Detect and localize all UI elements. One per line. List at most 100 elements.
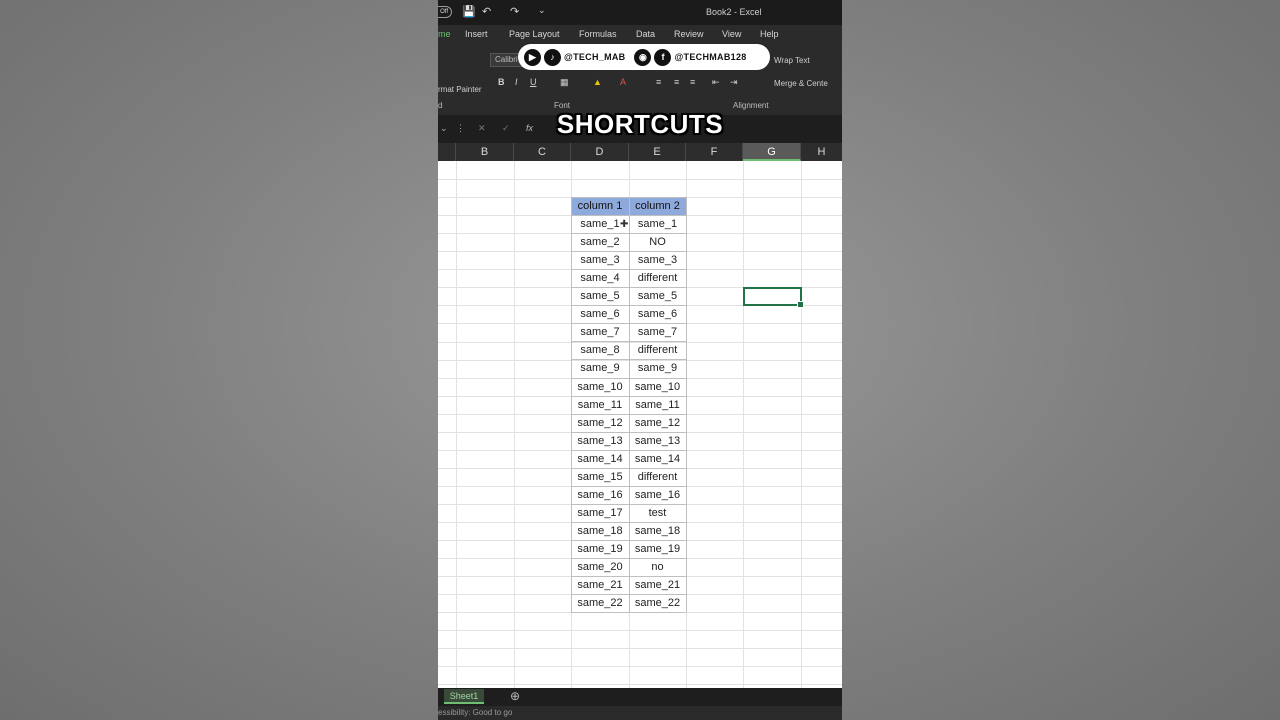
decrease-indent-icon[interactable]: ⇤ bbox=[712, 77, 720, 88]
table-cell[interactable]: same_17 bbox=[571, 504, 629, 522]
table-cell[interactable]: same_10 bbox=[571, 378, 629, 396]
table-cell[interactable]: same_11 bbox=[629, 396, 686, 414]
table-cell[interactable]: same_13 bbox=[571, 432, 629, 450]
tab-view[interactable]: View bbox=[722, 29, 741, 39]
table-cell[interactable]: different bbox=[629, 269, 686, 287]
table-cell[interactable]: same_7 bbox=[571, 323, 629, 341]
tab-page-layout[interactable]: Page Layout bbox=[509, 29, 560, 39]
table-cell[interactable]: same_15 bbox=[571, 468, 629, 486]
fill-color-icon[interactable]: ▲ bbox=[593, 77, 602, 87]
column-header-d[interactable]: D bbox=[571, 143, 629, 161]
grid-row-line bbox=[438, 684, 842, 685]
table-cell[interactable]: same_6 bbox=[571, 305, 629, 323]
table-cell[interactable]: same_21 bbox=[571, 576, 629, 594]
column-header-h[interactable]: H bbox=[801, 143, 842, 161]
table-cell[interactable]: same_14 bbox=[629, 450, 686, 468]
table-cell[interactable]: same_18 bbox=[571, 522, 629, 540]
table-cell[interactable]: same_22 bbox=[571, 594, 629, 612]
table-cell[interactable]: same_11 bbox=[571, 396, 629, 414]
table-cell[interactable]: same_3 bbox=[571, 251, 629, 269]
table-cell[interactable]: same_10 bbox=[629, 378, 686, 396]
customize-qat-icon[interactable]: ⌄ bbox=[538, 5, 546, 16]
grid-row-line bbox=[438, 666, 842, 667]
table-border bbox=[571, 197, 572, 612]
align-right-icon[interactable]: ≡ bbox=[690, 77, 695, 87]
table-cell[interactable]: same_9 bbox=[629, 359, 686, 377]
title-bar: Off 💾 ↶ ↷ ⌄ Book2 - Excel bbox=[438, 0, 842, 25]
table-cell[interactable]: same_22 bbox=[629, 594, 686, 612]
font-color-icon[interactable]: A bbox=[620, 77, 626, 87]
youtube-icon: ▶ bbox=[524, 48, 541, 66]
table-cell[interactable]: same_9 bbox=[571, 359, 629, 377]
table-border bbox=[571, 323, 686, 324]
align-left-icon[interactable]: ≡ bbox=[656, 77, 661, 87]
table-cell[interactable]: same_5 bbox=[629, 287, 686, 305]
italic-button[interactable]: I bbox=[515, 77, 518, 87]
align-center-icon[interactable]: ≡ bbox=[674, 77, 679, 87]
tab-insert[interactable]: Insert bbox=[465, 29, 488, 39]
table-cell[interactable]: same_21 bbox=[629, 576, 686, 594]
merge-center-button[interactable]: Merge & Cente bbox=[774, 79, 828, 88]
wrap-text-button[interactable]: Wrap Text bbox=[774, 56, 810, 65]
table-cell[interactable]: same_19 bbox=[571, 540, 629, 558]
status-bar: essibility: Good to go bbox=[438, 706, 842, 720]
table-cell[interactable]: same_14 bbox=[571, 450, 629, 468]
increase-indent-icon[interactable]: ⇥ bbox=[730, 77, 738, 88]
table-cell[interactable]: different bbox=[629, 341, 686, 359]
excel-window: Off 💾 ↶ ↷ ⌄ Book2 - Excel me Insert Page… bbox=[438, 0, 842, 720]
tab-formulas[interactable]: Formulas bbox=[579, 29, 617, 39]
table-cell[interactable]: NO bbox=[629, 233, 686, 251]
column-header-g[interactable]: G bbox=[743, 143, 801, 161]
table-header-cell[interactable]: column 1 bbox=[571, 197, 629, 215]
save-icon[interactable]: 💾 bbox=[462, 5, 476, 18]
table-border bbox=[571, 396, 686, 397]
undo-icon[interactable]: ↶ bbox=[482, 5, 491, 18]
add-sheet-icon[interactable]: ⊕ bbox=[510, 689, 520, 703]
table-cell[interactable]: same_8 bbox=[571, 341, 629, 359]
tab-data[interactable]: Data bbox=[636, 29, 655, 39]
underline-button[interactable]: U bbox=[530, 77, 537, 87]
column-header-b[interactable]: B bbox=[456, 143, 514, 161]
table-cell[interactable]: different bbox=[629, 468, 686, 486]
table-border bbox=[571, 540, 686, 541]
column-header-e[interactable]: E bbox=[629, 143, 686, 161]
table-cell[interactable]: same_12 bbox=[629, 414, 686, 432]
table-cell[interactable]: same_13 bbox=[629, 432, 686, 450]
table-cell[interactable]: same_18 bbox=[629, 522, 686, 540]
tab-help[interactable]: Help bbox=[760, 29, 779, 39]
worksheet-grid[interactable]: column 1 column 2 same_1 same_1 same_2 NO same… bbox=[438, 161, 842, 688]
table-cell[interactable]: same_6 bbox=[629, 305, 686, 323]
grid-column-line bbox=[801, 161, 802, 688]
format-painter-button[interactable]: rmat Painter bbox=[438, 85, 482, 94]
table-cell[interactable]: same_16 bbox=[571, 486, 629, 504]
table-cell[interactable]: same_16 bbox=[629, 486, 686, 504]
table-border bbox=[571, 432, 686, 433]
table-cell[interactable]: same_1 bbox=[629, 215, 686, 233]
table-cell[interactable]: test bbox=[629, 504, 686, 522]
table-header-cell[interactable]: column 2 bbox=[629, 197, 686, 215]
tiktok-icon: ♪ bbox=[544, 48, 561, 66]
tab-review[interactable]: Review bbox=[674, 29, 704, 39]
table-cell[interactable]: same_19 bbox=[629, 540, 686, 558]
bold-button[interactable]: B bbox=[498, 77, 505, 87]
column-header-f[interactable]: F bbox=[686, 143, 743, 161]
table-cell[interactable]: same_7 bbox=[629, 323, 686, 341]
table-cell[interactable]: same_20 bbox=[571, 558, 629, 576]
grid-column-line bbox=[743, 161, 744, 688]
table-cell[interactable]: same_5 bbox=[571, 287, 629, 305]
tab-home[interactable]: me bbox=[438, 29, 451, 39]
table-cell[interactable]: same_4 bbox=[571, 269, 629, 287]
select-all-corner[interactable] bbox=[438, 143, 456, 161]
table-cell[interactable]: same_3 bbox=[629, 251, 686, 269]
ribbon: me Insert Page Layout Formulas Data Revi… bbox=[438, 25, 842, 115]
table-cell[interactable]: same_12 bbox=[571, 414, 629, 432]
column-header-c[interactable]: C bbox=[514, 143, 571, 161]
selected-cell[interactable] bbox=[743, 287, 804, 308]
table-cell[interactable]: same_2 bbox=[571, 233, 629, 251]
redo-icon[interactable]: ↷ bbox=[510, 5, 519, 18]
table-border bbox=[571, 215, 686, 216]
table-cell[interactable]: no bbox=[629, 558, 686, 576]
sheet-tab-sheet1[interactable]: Sheet1 bbox=[444, 689, 484, 704]
borders-icon[interactable]: ▦ bbox=[560, 77, 569, 88]
autosave-toggle[interactable]: Off bbox=[438, 6, 452, 18]
